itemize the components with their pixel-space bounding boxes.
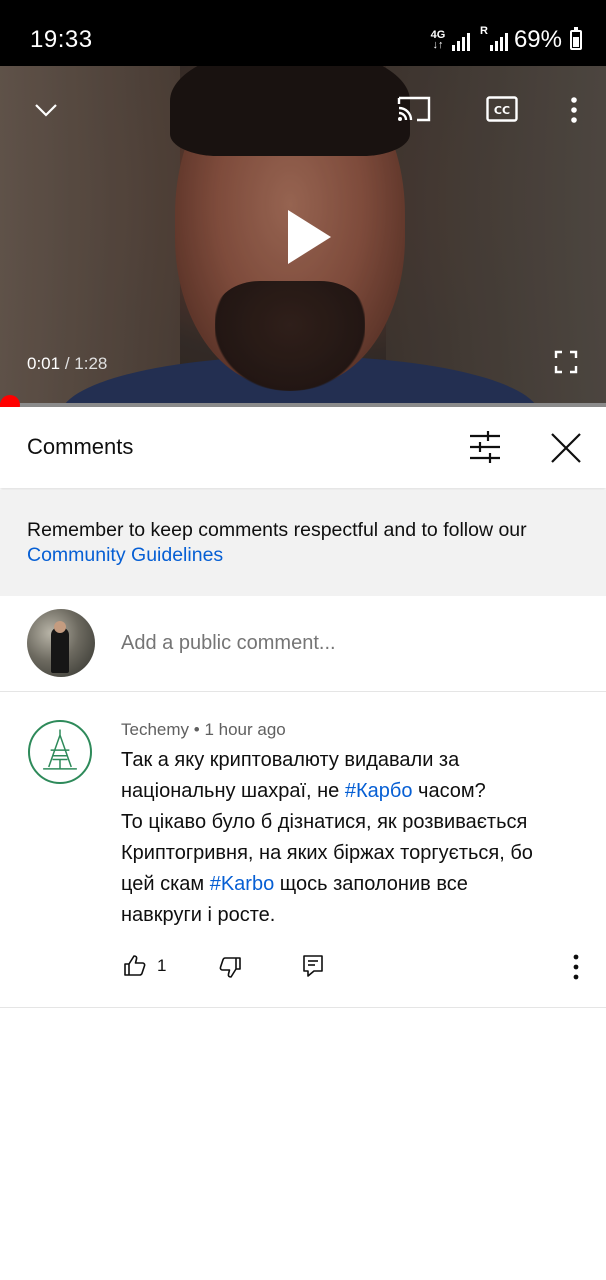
hashtag-link[interactable]: #Карбо (345, 780, 413, 802)
network-type: 4G ↓↑ (430, 29, 446, 51)
avatar-figure (54, 621, 66, 633)
chevron-down-icon[interactable] (32, 96, 60, 124)
more-vert-icon[interactable] (566, 96, 582, 124)
community-notice: Remember to keep comments respectful and… (0, 490, 606, 596)
svg-text:CC: CC (494, 104, 510, 117)
signal-icon (451, 29, 470, 51)
comment-actions: 1 (0, 951, 606, 983)
reply-icon[interactable] (302, 954, 324, 978)
add-comment-row (0, 596, 606, 692)
hashtag-link[interactable]: #Karbo (210, 873, 275, 895)
like-button[interactable]: 1 (123, 954, 166, 978)
video-player[interactable]: CC 0:01 / 1:28 (0, 66, 606, 406)
comment-author[interactable]: Techemy (121, 720, 189, 739)
time-separator: / (64, 354, 70, 373)
community-guidelines-link[interactable]: Community Guidelines (27, 544, 223, 566)
like-count: 1 (157, 956, 167, 975)
duration: 1:28 (74, 354, 108, 373)
sort-filter-icon[interactable] (468, 431, 502, 463)
cast-icon[interactable] (396, 94, 432, 124)
comments-title: Comments (27, 434, 134, 459)
battery-percent: 69% (513, 26, 562, 53)
video-time: 0:01 / 1:28 (27, 354, 107, 374)
comment-more-icon[interactable] (568, 954, 584, 980)
thumbs-up-icon (124, 955, 146, 976)
notice-text: Remember to keep comments respectful and… (27, 519, 527, 566)
commenter-avatar[interactable] (28, 720, 92, 784)
comment-text: Так а яку криптовалюту видавали за націо… (121, 749, 533, 926)
current-time: 0:01 (27, 354, 61, 373)
play-icon[interactable] (288, 210, 331, 264)
add-comment-input[interactable] (121, 632, 561, 655)
avatar-figure (51, 627, 69, 673)
close-icon[interactable] (550, 432, 582, 464)
comments-header: Comments (0, 407, 606, 488)
meta-dot: • (193, 720, 200, 739)
battery-icon (570, 27, 582, 50)
thumbs-down-icon[interactable] (218, 955, 242, 979)
status-time: 19:33 (30, 26, 93, 53)
signal-icon-2 (489, 29, 508, 51)
status-bar: 19:33 4G ↓↑ R 69% (0, 0, 606, 66)
comment-item: Techemy • 1 hour ago Так а яку криптовал… (0, 691, 606, 1008)
status-indicators: 4G ↓↑ R 69% (430, 26, 582, 54)
user-avatar[interactable] (27, 609, 95, 677)
captions-icon[interactable]: CC (486, 96, 518, 122)
comment-time: 1 hour ago (204, 720, 286, 739)
fullscreen-icon[interactable] (554, 350, 578, 374)
comment-meta: Techemy • 1 hour ago (121, 720, 286, 740)
